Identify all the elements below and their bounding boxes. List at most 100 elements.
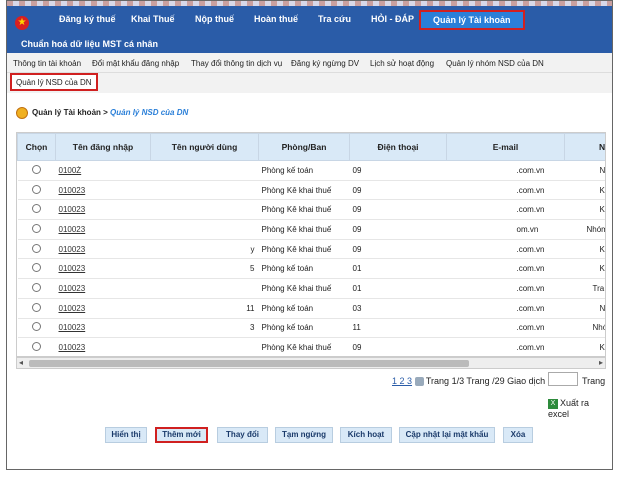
dept: Phòng Kê khai thuế — [258, 337, 350, 356]
phone: 01 — [349, 258, 447, 280]
scroll-right-icon[interactable]: ▸ — [599, 358, 603, 367]
email: .com.vn — [446, 258, 565, 280]
table-row[interactable]: 010023 Phòng Kê khai thuế01.com.vnTra cứu… — [17, 278, 605, 299]
show-button[interactable]: Hiển thị — [105, 427, 147, 443]
login-link[interactable]: 010023 — [59, 245, 86, 254]
user-table: Chọn Tên đăng nhập Tên người dùng Phòng/… — [16, 132, 606, 357]
col-phong-ban: Phòng/Ban — [258, 133, 350, 161]
col-ten-nguoi-dung: Tên người dùng — [150, 133, 259, 161]
table-row[interactable]: 010023 Phòng Kê khai thuế09.com.vnKê k — [17, 337, 605, 356]
group: Nhóm k — [564, 318, 605, 339]
breadcrumb-root[interactable]: Quản lý Tài khoản — [32, 108, 101, 117]
tab-thong-tin-tai-khoan[interactable]: Thông tin tài khoản — [13, 59, 81, 68]
table-row[interactable]: 010023 Phòng Kê khai thuế09.com.vnKê k — [17, 180, 605, 201]
login-link[interactable]: 010023 — [59, 284, 86, 293]
group: Nộp t — [564, 160, 605, 181]
table-row[interactable]: 010023 5Phòng kế toán01.com.vnKê k — [17, 258, 605, 280]
go-page-button[interactable]: Trang — [582, 376, 605, 386]
col-email: E-mail — [446, 133, 565, 161]
row-radio[interactable] — [32, 302, 41, 312]
tab-quan-ly-nsd[interactable]: Quản lý NSD của DN — [10, 73, 98, 91]
login-link[interactable]: 010023 — [59, 186, 86, 195]
group: Nhóm ng — [564, 219, 605, 240]
login-link[interactable]: 010023 — [59, 323, 86, 332]
excel-icon: X — [548, 398, 558, 409]
user-name: 3 — [150, 318, 259, 339]
row-radio[interactable] — [32, 204, 41, 214]
export-excel-link[interactable]: X Xuất ra excel — [548, 398, 612, 419]
col-dien-thoai: Điện thoại — [349, 133, 447, 161]
col-nhom: Nhóm — [564, 133, 605, 161]
suspend-button[interactable]: Tạm ngừng — [275, 427, 333, 443]
scrollbar-thumb[interactable] — [29, 360, 469, 367]
login-link[interactable]: 0100Ż — [59, 166, 82, 175]
add-new-button[interactable]: Thêm mới — [155, 427, 208, 443]
phone: 09 — [349, 337, 447, 356]
group: Kê k — [564, 199, 605, 221]
group: Tra cứu t — [564, 278, 605, 299]
delete-button[interactable]: Xóa — [503, 427, 533, 443]
row-radio[interactable] — [32, 342, 41, 352]
reset-password-button[interactable]: Cập nhật lại mật khẩu — [399, 427, 495, 443]
menu-khai-thue[interactable]: Khai Thuế — [131, 14, 175, 24]
scroll-left-icon[interactable]: ◂ — [19, 358, 23, 367]
table-row[interactable]: 010023 Phòng Kê khai thuế09om.vnNhóm ng — [17, 219, 605, 240]
page-summary: Trang 1/3 Trang /29 Giao dịch — [425, 376, 546, 386]
page-number-input[interactable] — [548, 372, 578, 386]
tab-dang-ky-ngung-dv[interactable]: Đăng ký ngừng DV — [291, 59, 359, 68]
user-name — [150, 180, 259, 201]
phone: 09 — [349, 160, 447, 181]
next-page-icon[interactable] — [414, 377, 424, 387]
col-chon: Chọn — [17, 133, 56, 161]
edit-button[interactable]: Thay đổi — [217, 427, 268, 443]
login-link[interactable]: 010023 — [59, 343, 86, 352]
tab-doi-mat-khau[interactable]: Đổi mật khẩu đăng nhập — [92, 59, 179, 68]
user-name — [150, 337, 259, 356]
login-link[interactable]: 010023 — [59, 225, 86, 234]
tab-quan-ly-nhom-nsd[interactable]: Quản lý nhóm NSD của DN — [446, 59, 544, 68]
login-link[interactable]: 010023 — [59, 304, 86, 313]
row-radio[interactable] — [32, 223, 41, 233]
activate-button[interactable]: Kích hoạt — [340, 427, 392, 443]
login-link[interactable]: 010023 — [59, 264, 86, 273]
email: .com.vn — [446, 337, 565, 356]
row-radio[interactable] — [32, 322, 41, 332]
login-link[interactable]: 010023 — [59, 205, 86, 214]
menu-hoan-thue[interactable]: Hoàn thuế — [254, 14, 298, 24]
row-radio[interactable] — [32, 164, 41, 174]
tab-lich-su-hoat-dong[interactable]: Lịch sử hoạt động — [370, 59, 434, 68]
email: om.vn — [446, 219, 565, 240]
group: Kê k — [564, 180, 605, 201]
menu-chuan-hoa-mst[interactable]: Chuẩn hoá dữ liệu MST cá nhân — [21, 39, 158, 49]
menu-nop-thue[interactable]: Nộp thuế — [195, 14, 234, 24]
dept: Phòng Kê khai thuế — [258, 180, 350, 201]
menu-dang-ky-thue[interactable]: Đăng ký thuế — [59, 14, 116, 24]
row-radio[interactable] — [32, 282, 41, 292]
subtab-bar: Thông tin tài khoản Đổi mật khẩu đăng nh… — [7, 53, 612, 73]
table-row[interactable]: 010023 Phòng Kê khai thuế09.com.vnKê k — [17, 199, 605, 221]
email: .com.vn — [446, 298, 565, 319]
email: .com.vn — [446, 318, 565, 339]
table-row[interactable]: 0100Ż Phòng kế toán09.com.vnNộp t — [17, 160, 605, 181]
main-nav: ★ Đăng ký thuế Khai Thuế Nộp thuế Hoàn t… — [7, 6, 612, 53]
menu-hoi-dap[interactable]: HỎI - ĐÁP — [371, 14, 414, 24]
table-header-row: Chọn Tên đăng nhập Tên người dùng Phòng/… — [17, 133, 605, 161]
email: .com.vn — [446, 199, 565, 221]
email: .com.vn — [446, 278, 565, 299]
row-radio[interactable] — [32, 263, 41, 273]
row-radio[interactable] — [32, 184, 41, 194]
user-name: y — [150, 239, 259, 260]
tab-thay-doi-thong-tin-dich-vu[interactable]: Thay đổi thông tin dịch vụ — [191, 59, 282, 68]
menu-quan-ly-tai-khoan[interactable]: Quản lý Tài khoản — [419, 10, 525, 30]
col-ten-dang-nhap: Tên đăng nhập — [55, 133, 151, 161]
table-row[interactable]: 010023 11Phòng kế toán03.com.vnNộp t — [17, 298, 605, 319]
row-radio[interactable] — [32, 243, 41, 253]
email: .com.vn — [446, 160, 565, 181]
dept: Phòng kế toán — [258, 258, 350, 280]
table-row[interactable]: 010023 3Phòng kế toán11.com.vnNhóm k — [17, 318, 605, 339]
page-links[interactable]: 1 2 3 — [392, 376, 412, 386]
user-name — [150, 160, 259, 181]
menu-tra-cuu[interactable]: Tra cứu — [318, 14, 351, 24]
horizontal-scrollbar[interactable]: ◂ ▸ — [16, 357, 606, 369]
table-row[interactable]: 010023 yPhòng Kê khai thuế09.com.vnKê k — [17, 239, 605, 260]
